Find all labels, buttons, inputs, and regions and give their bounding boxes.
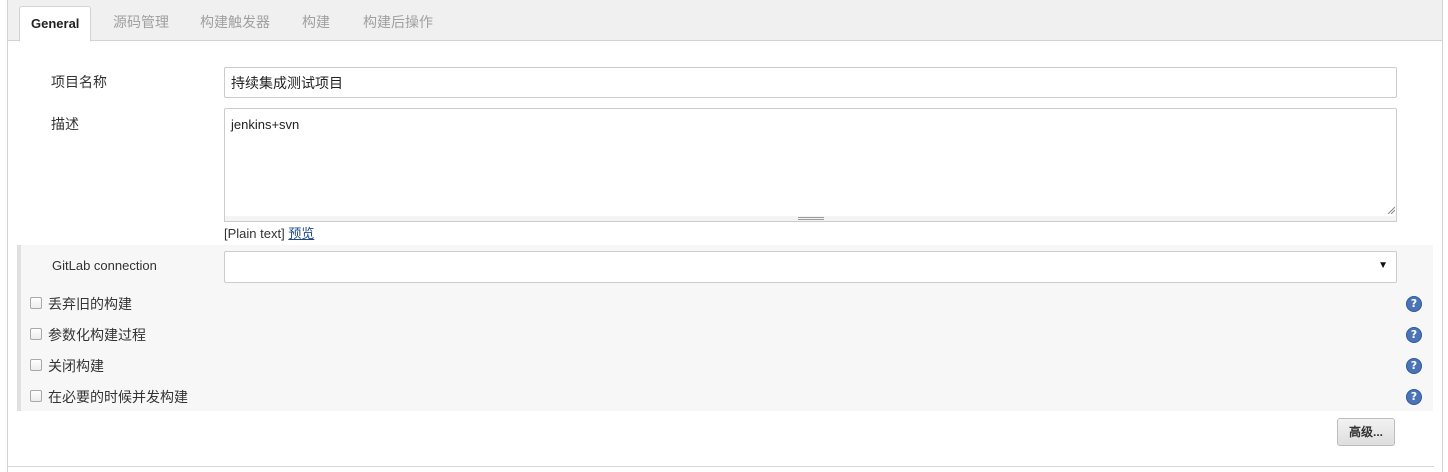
advanced-button[interactable]: 高级...	[1337, 418, 1395, 446]
help-icon[interactable]: ?	[1406, 358, 1422, 374]
tab-source-code-management[interactable]: 源码管理	[102, 6, 180, 41]
grip-lines-icon	[798, 217, 824, 220]
dropdown-caret-icon: ▼	[1378, 260, 1388, 271]
job-config-frame: General 源码管理 构建触发器 构建 构建后操作 项目名称 描述 jenk…	[7, 0, 1443, 472]
discard-old-builds-checkbox[interactable]	[30, 297, 42, 309]
disable-build-label[interactable]: 关闭构建	[48, 356, 104, 376]
discard-old-builds-label[interactable]: 丢弃旧的构建	[48, 294, 132, 314]
concurrent-builds-checkbox[interactable]	[30, 390, 42, 402]
config-tab-bar: General 源码管理 构建触发器 构建 构建后操作	[8, 0, 1442, 42]
plain-text-label: [Plain text]	[224, 226, 285, 241]
textarea-resize-grip[interactable]	[224, 216, 1397, 222]
description-textarea[interactable]: jenkins+svn	[224, 108, 1397, 217]
gitlab-connection-select[interactable]: ▼	[224, 251, 1397, 283]
preview-link[interactable]: 预览	[288, 226, 314, 241]
section-divider	[8, 466, 1434, 467]
project-name-input[interactable]	[224, 67, 1397, 98]
description-label: 描述	[51, 116, 79, 132]
help-icon[interactable]: ?	[1406, 296, 1422, 312]
gitlab-connection-label: GitLab connection	[52, 258, 157, 273]
parameterized-build-label[interactable]: 参数化构建过程	[48, 325, 146, 345]
help-icon[interactable]: ?	[1406, 327, 1422, 343]
concurrent-builds-label[interactable]: 在必要的时候并发构建	[48, 387, 188, 407]
resize-corner-icon[interactable]	[1387, 206, 1395, 214]
tab-build[interactable]: 构建	[291, 6, 341, 41]
help-icon[interactable]: ?	[1406, 389, 1422, 405]
tab-build-triggers[interactable]: 构建触发器	[189, 6, 281, 41]
disable-build-checkbox[interactable]	[30, 359, 42, 371]
markup-format-hint: [Plain text] 预览	[224, 223, 314, 242]
parameterized-build-checkbox[interactable]	[30, 328, 42, 340]
tab-general[interactable]: General	[19, 6, 92, 42]
project-name-label: 项目名称	[51, 74, 107, 90]
tab-post-build-actions[interactable]: 构建后操作	[352, 6, 444, 41]
